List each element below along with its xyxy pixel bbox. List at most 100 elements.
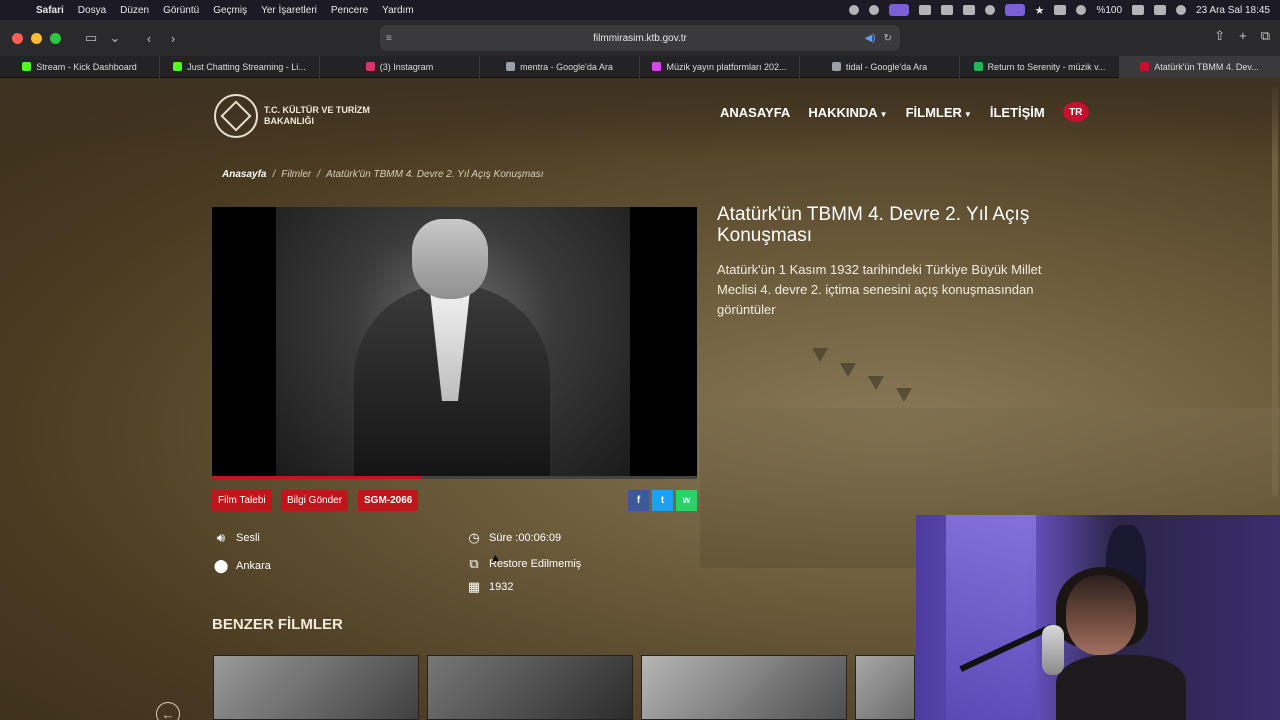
forward-button[interactable]: › xyxy=(161,31,185,46)
background-decoration xyxy=(812,348,828,362)
nav-films[interactable]: FİLMLER ▼ xyxy=(906,105,972,120)
nav-about[interactable]: HAKKINDA ▼ xyxy=(808,105,887,120)
tab-music-platforms[interactable]: Müzik yayın platformları 202... xyxy=(640,55,800,78)
twitter-share-icon[interactable]: t xyxy=(652,490,673,511)
sidebar-toggle-icon[interactable]: ▭ xyxy=(79,30,103,46)
share-icon[interactable]: ⇧ xyxy=(1214,28,1225,44)
spotify-favicon-icon xyxy=(973,62,983,71)
speaker-icon: 🔊︎ xyxy=(216,530,226,545)
battery-percent: %100 xyxy=(1096,4,1123,16)
similar-film-thumbnail[interactable] xyxy=(213,655,419,720)
tab-label: Stream - Kick Dashboard xyxy=(36,61,137,72)
facebook-share-icon[interactable]: f xyxy=(628,490,649,511)
send-info-button[interactable]: Bilgi Gönder xyxy=(281,490,349,511)
menubar-clock[interactable]: 23 Ara Sal 18:45 xyxy=(1196,5,1270,16)
tab-kick-dashboard[interactable]: Stream - Kick Dashboard xyxy=(0,55,160,78)
menu-view[interactable]: Görüntü xyxy=(163,5,199,16)
similar-film-thumbnail[interactable] xyxy=(855,655,915,720)
film-request-button[interactable]: Film Talebi xyxy=(212,490,272,511)
meta-year: ▦ 1932 xyxy=(465,579,514,595)
meta-year-value: 1932 xyxy=(489,581,514,593)
breadcrumb-home[interactable]: Anasayfa xyxy=(222,169,266,180)
instagram-favicon-icon xyxy=(365,62,375,71)
film-title: Atatürk'ün TBMM 4. Devre 2. Yıl Açış Kon… xyxy=(717,204,1030,246)
tab-label: Müzik yayın platformları 202... xyxy=(666,61,787,72)
film-code-badge[interactable]: SGM-2066 xyxy=(358,490,419,511)
tab-just-chatting[interactable]: Just Chatting Streaming - Li... xyxy=(160,55,320,78)
carousel-prev-arrow-icon[interactable]: ← xyxy=(156,702,180,720)
background-decoration xyxy=(896,388,912,402)
tab-label: Atatürk'ün TBMM 4. Dev... xyxy=(1154,61,1259,72)
control-center-icon[interactable] xyxy=(1154,5,1167,15)
battery-icon[interactable] xyxy=(1132,5,1145,15)
menu-window[interactable]: Pencere xyxy=(331,5,368,16)
kick-favicon-icon xyxy=(22,62,32,71)
page-scrollbar[interactable] xyxy=(1272,86,1278,496)
nav-about-label: HAKKINDA xyxy=(808,104,878,120)
main-navigation: ANASAYFA HAKKINDA ▼ FİLMLER ▼ İLETİŞİM TR xyxy=(720,102,1089,122)
tab-ataturk-film[interactable]: Atatürk'ün TBMM 4. Dev... xyxy=(1120,55,1280,78)
microphone-image xyxy=(1042,625,1064,675)
page-settings-icon[interactable]: ≡ xyxy=(386,33,392,44)
tab-instagram[interactable]: (3) Instagram xyxy=(320,55,480,78)
restore-icon: ⧉ xyxy=(469,556,479,571)
display-icon[interactable] xyxy=(940,5,953,15)
star-icon[interactable]: ★ xyxy=(1035,4,1045,17)
menu-app-safari[interactable]: Safari xyxy=(36,5,64,16)
siri-icon[interactable] xyxy=(1176,5,1187,15)
similar-film-thumbnail[interactable] xyxy=(641,655,847,720)
chevron-down-icon[interactable]: ⌄ xyxy=(103,30,127,46)
logo-text-line1: T.C. KÜLTÜR VE TURİZM xyxy=(264,105,370,115)
breadcrumb-films[interactable]: Filmler xyxy=(281,169,311,180)
video-frame xyxy=(276,207,630,479)
video-progress-bar[interactable] xyxy=(212,476,697,479)
caret-down-icon: ▼ xyxy=(963,109,972,119)
address-bar[interactable]: ≡ filmmirasim.ktb.gov.tr ◀) ↻ xyxy=(380,25,900,51)
menu-history[interactable]: Geçmiş xyxy=(213,5,247,16)
search-icon[interactable] xyxy=(1076,5,1087,15)
google-favicon-icon xyxy=(831,62,841,71)
screen-mirror-icon[interactable] xyxy=(888,4,909,16)
tab-label: tidal - Google'da Ara xyxy=(845,61,928,72)
audio-playing-icon[interactable]: ◀) xyxy=(865,33,876,44)
recording-icon[interactable] xyxy=(848,5,859,15)
zoom-window-button[interactable] xyxy=(50,32,61,44)
logo-text-line2: BAKANLIĞI xyxy=(264,116,314,126)
keyboard-icon[interactable] xyxy=(1054,5,1067,15)
creative-cloud-icon[interactable] xyxy=(868,5,879,15)
reload-icon[interactable]: ↻ xyxy=(884,33,892,44)
new-tab-button[interactable]: + xyxy=(1239,28,1247,44)
tab-bar: Stream - Kick Dashboard Just Chatting St… xyxy=(0,55,1280,78)
tab-return-to-serenity[interactable]: Return to Serenity - müzik v... xyxy=(960,55,1120,78)
streamer-image xyxy=(1066,575,1136,655)
mouse-cursor-icon: ▲ xyxy=(490,552,501,564)
tab-google-mentra[interactable]: mentra - Google'da Ara xyxy=(480,55,640,78)
clock-icon: ◷ xyxy=(468,530,480,545)
window-controls xyxy=(12,32,61,44)
video-player[interactable] xyxy=(212,207,697,479)
menu-edit[interactable]: Düzen xyxy=(120,5,149,16)
menu-bookmarks[interactable]: Yer İşaretleri xyxy=(261,5,317,16)
close-window-button[interactable] xyxy=(12,32,23,44)
ministry-logo[interactable]: T.C. KÜLTÜR VE TURİZM BAKANLIĞI xyxy=(214,94,370,138)
menu-help[interactable]: Yardım xyxy=(382,5,414,16)
address-bar-url: filmmirasim.ktb.gov.tr xyxy=(593,32,687,44)
nav-contact[interactable]: İLETİŞİM xyxy=(990,105,1045,120)
language-switch[interactable]: TR xyxy=(1062,102,1089,122)
similar-film-thumbnail[interactable] xyxy=(427,655,633,720)
tab-overview-icon[interactable]: ⧉ xyxy=(1261,28,1270,44)
back-button[interactable]: ‹ xyxy=(137,31,161,46)
grid-icon[interactable] xyxy=(918,5,931,15)
play-icon[interactable] xyxy=(984,5,995,15)
document-icon[interactable] xyxy=(962,5,975,15)
minimize-window-button[interactable] xyxy=(31,32,42,44)
webcam-overlay xyxy=(916,515,1280,720)
whatsapp-share-icon[interactable]: w xyxy=(676,490,697,511)
tab-google-tidal[interactable]: tidal - Google'da Ara xyxy=(800,55,960,78)
nav-home[interactable]: ANASAYFA xyxy=(720,105,790,120)
breadcrumb-current: Atatürk'ün TBMM 4. Devre 2. Yıl Açış Kon… xyxy=(326,169,544,180)
stage-manager-icon[interactable] xyxy=(1004,4,1025,16)
ministry-seal-icon xyxy=(214,94,258,138)
menu-file[interactable]: Dosya xyxy=(78,5,106,16)
tab-label: Return to Serenity - müzik v... xyxy=(987,61,1106,72)
